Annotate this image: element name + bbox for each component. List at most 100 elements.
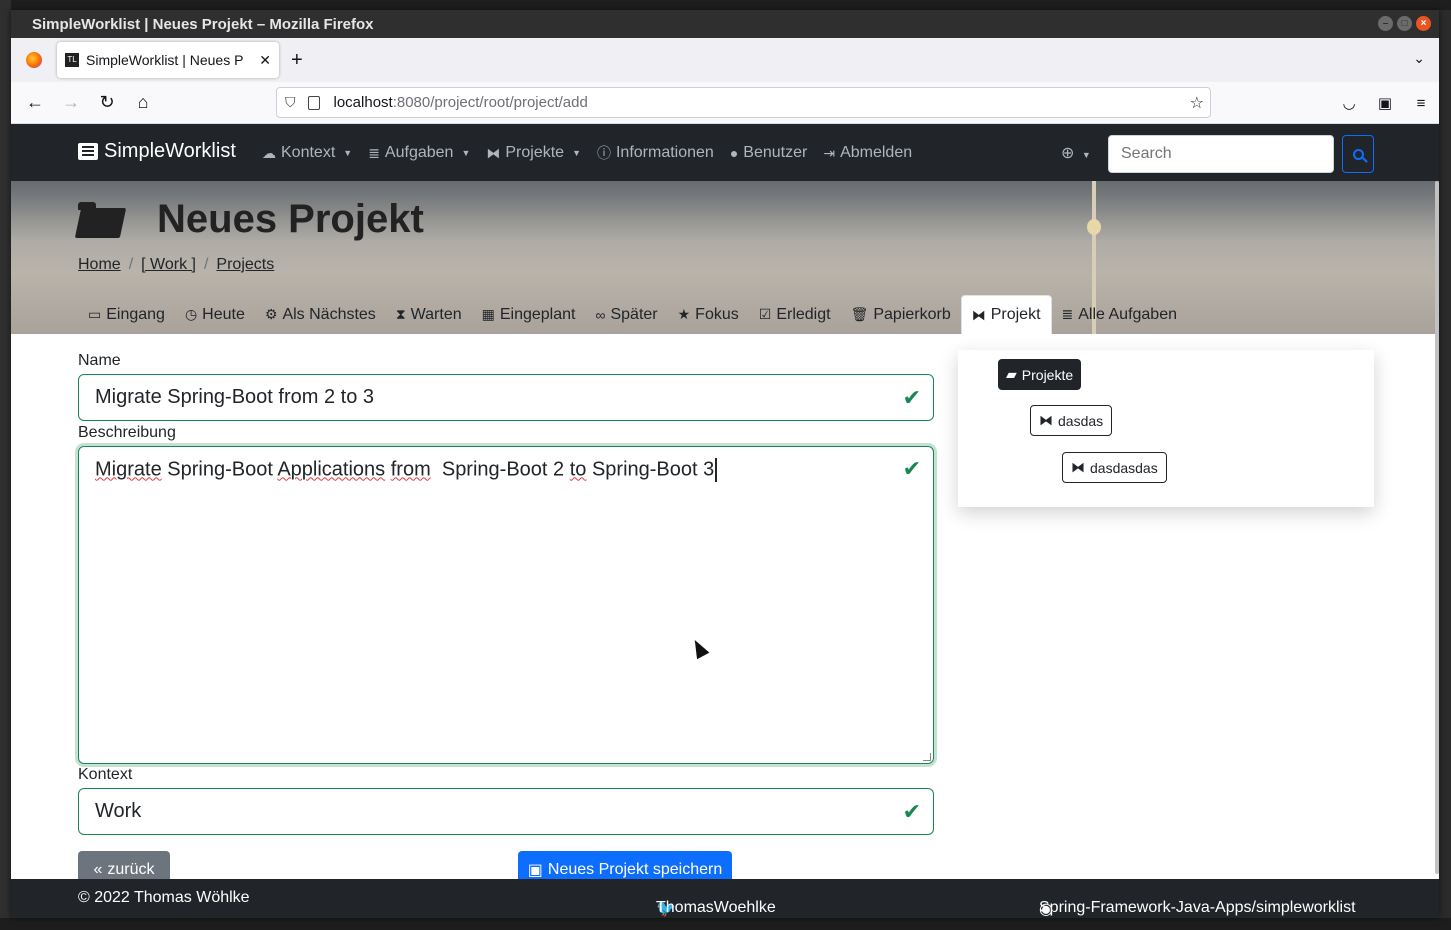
page-scrollbar[interactable] <box>1435 181 1439 874</box>
language-globe-icon[interactable]: ⊕ ▼ <box>1061 143 1091 163</box>
maximize-button[interactable]: □ <box>1397 16 1412 31</box>
name-field[interactable]: Migrate Spring-Boot from 2 to 3 ✔ <box>78 374 934 421</box>
breadcrumb-home[interactable]: Home <box>78 256 121 274</box>
tree-node-label: Projekte <box>1021 366 1074 383</box>
forward-arrow-icon[interactable]: → <box>53 92 89 113</box>
browser-toolbar: ← → ↻ ⌂ ⛉ localhost:8080/project/root/pr… <box>11 82 1439 124</box>
tab-spaeter[interactable]: ∞ Später <box>585 295 667 334</box>
folder-open-icon <box>78 201 123 238</box>
description-textarea[interactable]: Migrate Spring-Boot Applications from Sp… <box>78 446 934 764</box>
reload-icon[interactable]: ↻ <box>89 92 125 113</box>
tab-papierkorb[interactable]: 🗑 Papierkorb <box>841 295 961 334</box>
url-bar[interactable]: ⛉ localhost:8080/project/root/project/ad… <box>276 87 1211 118</box>
shield-icon[interactable]: ⛉ <box>285 94 296 111</box>
breadcrumb-separator: / <box>203 256 209 273</box>
hourglass-icon: ⧗ <box>395 306 406 322</box>
nav-informationen[interactable]: ⓘ Informationen <box>597 143 714 163</box>
site-navbar: SimpleWorklist ☁ Kontext ▼ ≣ Aufgaben ▼ ⧓ Pro… <box>11 124 1439 181</box>
breadcrumb-separator: / <box>128 256 134 273</box>
caret-down-icon: ▼ <box>572 148 581 158</box>
brand-label: SimpleWorklist <box>104 140 236 162</box>
valid-check-icon: ✔ <box>902 456 921 481</box>
database-icon: ≣ <box>368 144 380 161</box>
tab-eingang[interactable]: ▭ Eingang <box>78 295 175 334</box>
save-button-label: Neues Projekt speichern <box>547 861 723 878</box>
tab-projekt-label: Projekt <box>990 306 1041 323</box>
tab-heute[interactable]: ◷ Heute <box>175 295 255 334</box>
tab-title: SimpleWorklist | Neues P <box>86 52 244 68</box>
nav-kontext[interactable]: ☁ Kontext ▼ <box>262 143 352 163</box>
minimize-button[interactable]: – <box>1378 16 1393 31</box>
save-icon: ▣ <box>527 862 543 879</box>
tab-erledigt-label: Erledigt <box>776 305 831 323</box>
site-search-button[interactable] <box>1342 135 1374 173</box>
pocket-icon[interactable]: ◡ <box>1331 94 1367 112</box>
list-all-tabs-chevron-icon[interactable]: ⌄ <box>1413 50 1425 67</box>
nav-benutzer[interactable]: ● Benutzer <box>730 143 808 163</box>
tree-node-projekte[interactable]: ▰ Projekte <box>998 359 1082 390</box>
browser-tab-active[interactable]: TL SimpleWorklist | Neues P ✕ <box>57 42 279 78</box>
project-diagram-icon: ⧓ <box>1039 412 1053 428</box>
task-state-tabs: ▭ Eingang ◷ Heute ⚙ Als Nächstes ⧗ Warten ▦ E… <box>78 295 1187 334</box>
home-icon[interactable]: ⌂ <box>125 92 161 113</box>
close-window-button[interactable]: × <box>1416 16 1431 31</box>
tab-fokus[interactable]: ★ Fokus <box>668 295 749 334</box>
page-header: Neues Projekt Home / [ Work ] / Projects… <box>11 181 1439 334</box>
list-alt-icon <box>78 143 98 160</box>
firefox-window: SimpleWorklist | Neues Projekt – Mozilla… <box>11 10 1439 918</box>
tab-eingeplant[interactable]: ▦ Eingeplant <box>472 295 586 334</box>
window-title: SimpleWorklist | Neues Projekt – Mozilla… <box>32 15 374 33</box>
context-field[interactable]: Work ✔ <box>78 788 934 835</box>
desc-word: from <box>390 458 431 481</box>
desc-word: Migrate <box>95 458 162 481</box>
tab-warten[interactable]: ⧗ Warten <box>386 295 472 334</box>
tab-close-icon[interactable]: ✕ <box>259 52 271 69</box>
project-diagram-icon: ⧓ <box>971 306 986 323</box>
window-titlebar[interactable]: SimpleWorklist | Neues Projekt – Mozilla… <box>11 10 1439 38</box>
selenium-extension-icon[interactable]: ▣ <box>1367 94 1403 112</box>
nav-projekte[interactable]: ⧓ Projekte ▼ <box>486 143 581 163</box>
tab-alle-aufgaben[interactable]: ≣ Alle Aufgaben <box>1052 295 1187 334</box>
project-diagram-icon: ⧓ <box>1071 459 1085 475</box>
tree-node-dasdas[interactable]: ⧓ dasdas <box>1030 405 1113 436</box>
info-circle-icon: ⓘ <box>596 145 611 161</box>
valid-check-icon: ✔ <box>902 385 921 410</box>
user-icon: ● <box>729 145 739 161</box>
tab-projekt[interactable]: ⧓ Projekt <box>960 295 1052 334</box>
tab-als-naechstes[interactable]: ⚙ Als Nächstes <box>255 295 386 334</box>
context-label: Kontext <box>78 766 133 783</box>
main-content: Name Migrate Spring-Boot from 2 to 3 ✔ B… <box>11 334 1439 889</box>
caret-down-icon: ▼ <box>461 148 471 158</box>
tab-eingeplant-label: Eingeplant <box>499 305 576 323</box>
angle-double-left-icon: « <box>93 861 103 878</box>
bookmark-star-icon[interactable]: ☆ <box>1190 93 1204 113</box>
new-tab-button[interactable]: + <box>291 49 303 72</box>
trash-icon: 🗑 <box>850 306 869 322</box>
context-value: Work <box>95 800 142 822</box>
description-label: Beschreibung <box>78 424 176 441</box>
valid-check-icon: ✔ <box>902 799 921 824</box>
breadcrumb-projects[interactable]: Projects <box>216 256 274 274</box>
tree-node-dasdasdas[interactable]: ⧓ dasdasdas <box>1062 452 1167 483</box>
tab-erledigt[interactable]: ☑ Erledigt <box>749 295 841 334</box>
nav-aufgaben-label: Aufgaben <box>384 144 454 161</box>
tab-favicon-icon: TL <box>65 53 79 67</box>
star-icon: ★ <box>677 306 691 322</box>
nav-aufgaben[interactable]: ≣ Aufgaben ▼ <box>368 143 470 163</box>
brand-link[interactable]: SimpleWorklist <box>78 140 236 163</box>
browser-tabbar: TL SimpleWorklist | Neues P ✕ + ⌄ <box>11 38 1439 82</box>
page-info-icon[interactable] <box>307 95 320 110</box>
resize-handle[interactable] <box>923 753 931 761</box>
footer-twitter-label: ThomasWoehlke <box>656 899 776 916</box>
nav-informationen-label: Informationen <box>615 144 714 161</box>
breadcrumb-context[interactable]: [ Work ] <box>141 256 196 274</box>
back-arrow-icon[interactable]: ← <box>17 92 53 113</box>
nav-abmelden[interactable]: ⇥ Abmelden <box>823 143 912 163</box>
firefox-view-icon[interactable] <box>11 52 57 68</box>
url-host: localhost <box>333 94 393 111</box>
site-search-input[interactable] <box>1108 135 1334 173</box>
footer-github-label: Spring-Framework-Java-Apps/simpleworklis… <box>1039 899 1356 916</box>
hamburger-menu-icon[interactable]: ≡ <box>1403 95 1439 112</box>
footer-copyright: © 2022 Thomas Wöhlke <box>78 889 250 906</box>
back-button-label: zurück <box>107 861 155 878</box>
